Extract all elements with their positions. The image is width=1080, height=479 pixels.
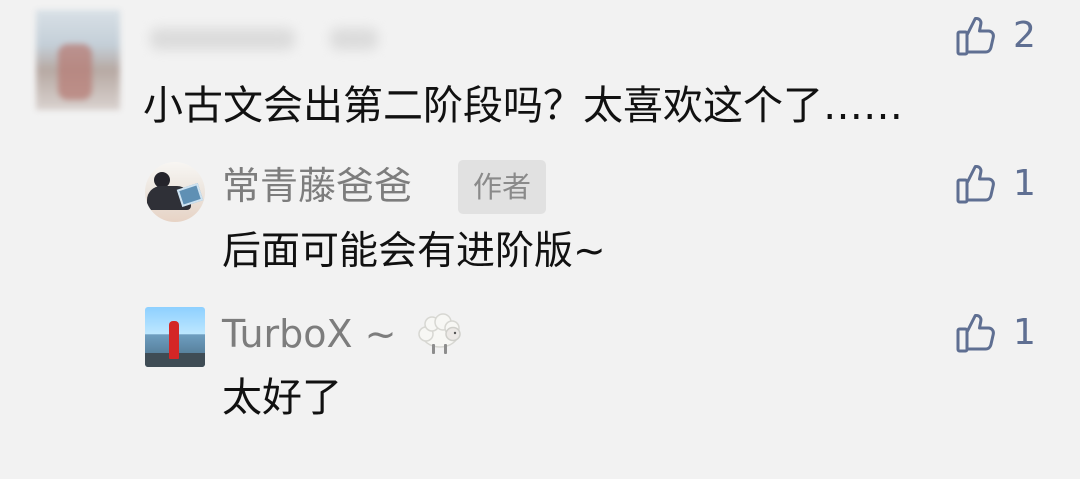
thumb-up-icon [955,14,999,58]
thumb-up-icon [955,311,999,355]
reply-text: 后面可能会有进阶版~ [222,229,606,274]
like-button[interactable]: 1 [955,309,1036,357]
avatar[interactable] [145,307,205,367]
sheep-icon [414,310,464,358]
comment-text: 小古文会出第二阶段吗？太喜欢这个了…… [143,83,903,129]
like-count: 1 [1013,163,1036,204]
reply-username[interactable]: 常青藤爸爸 [222,167,412,205]
author-badge: 作者 [458,160,546,214]
reply-username[interactable]: TurboX ~ [222,315,396,353]
blurred-username [150,20,395,60]
avatar[interactable] [145,162,205,222]
like-button[interactable]: 1 [955,160,1036,208]
like-button[interactable]: 2 [955,12,1036,60]
reply-text: 太好了 [222,375,342,421]
like-count: 2 [1013,15,1036,56]
thumb-up-icon [955,162,999,206]
avatar[interactable] [36,10,120,110]
like-count: 1 [1013,312,1036,353]
